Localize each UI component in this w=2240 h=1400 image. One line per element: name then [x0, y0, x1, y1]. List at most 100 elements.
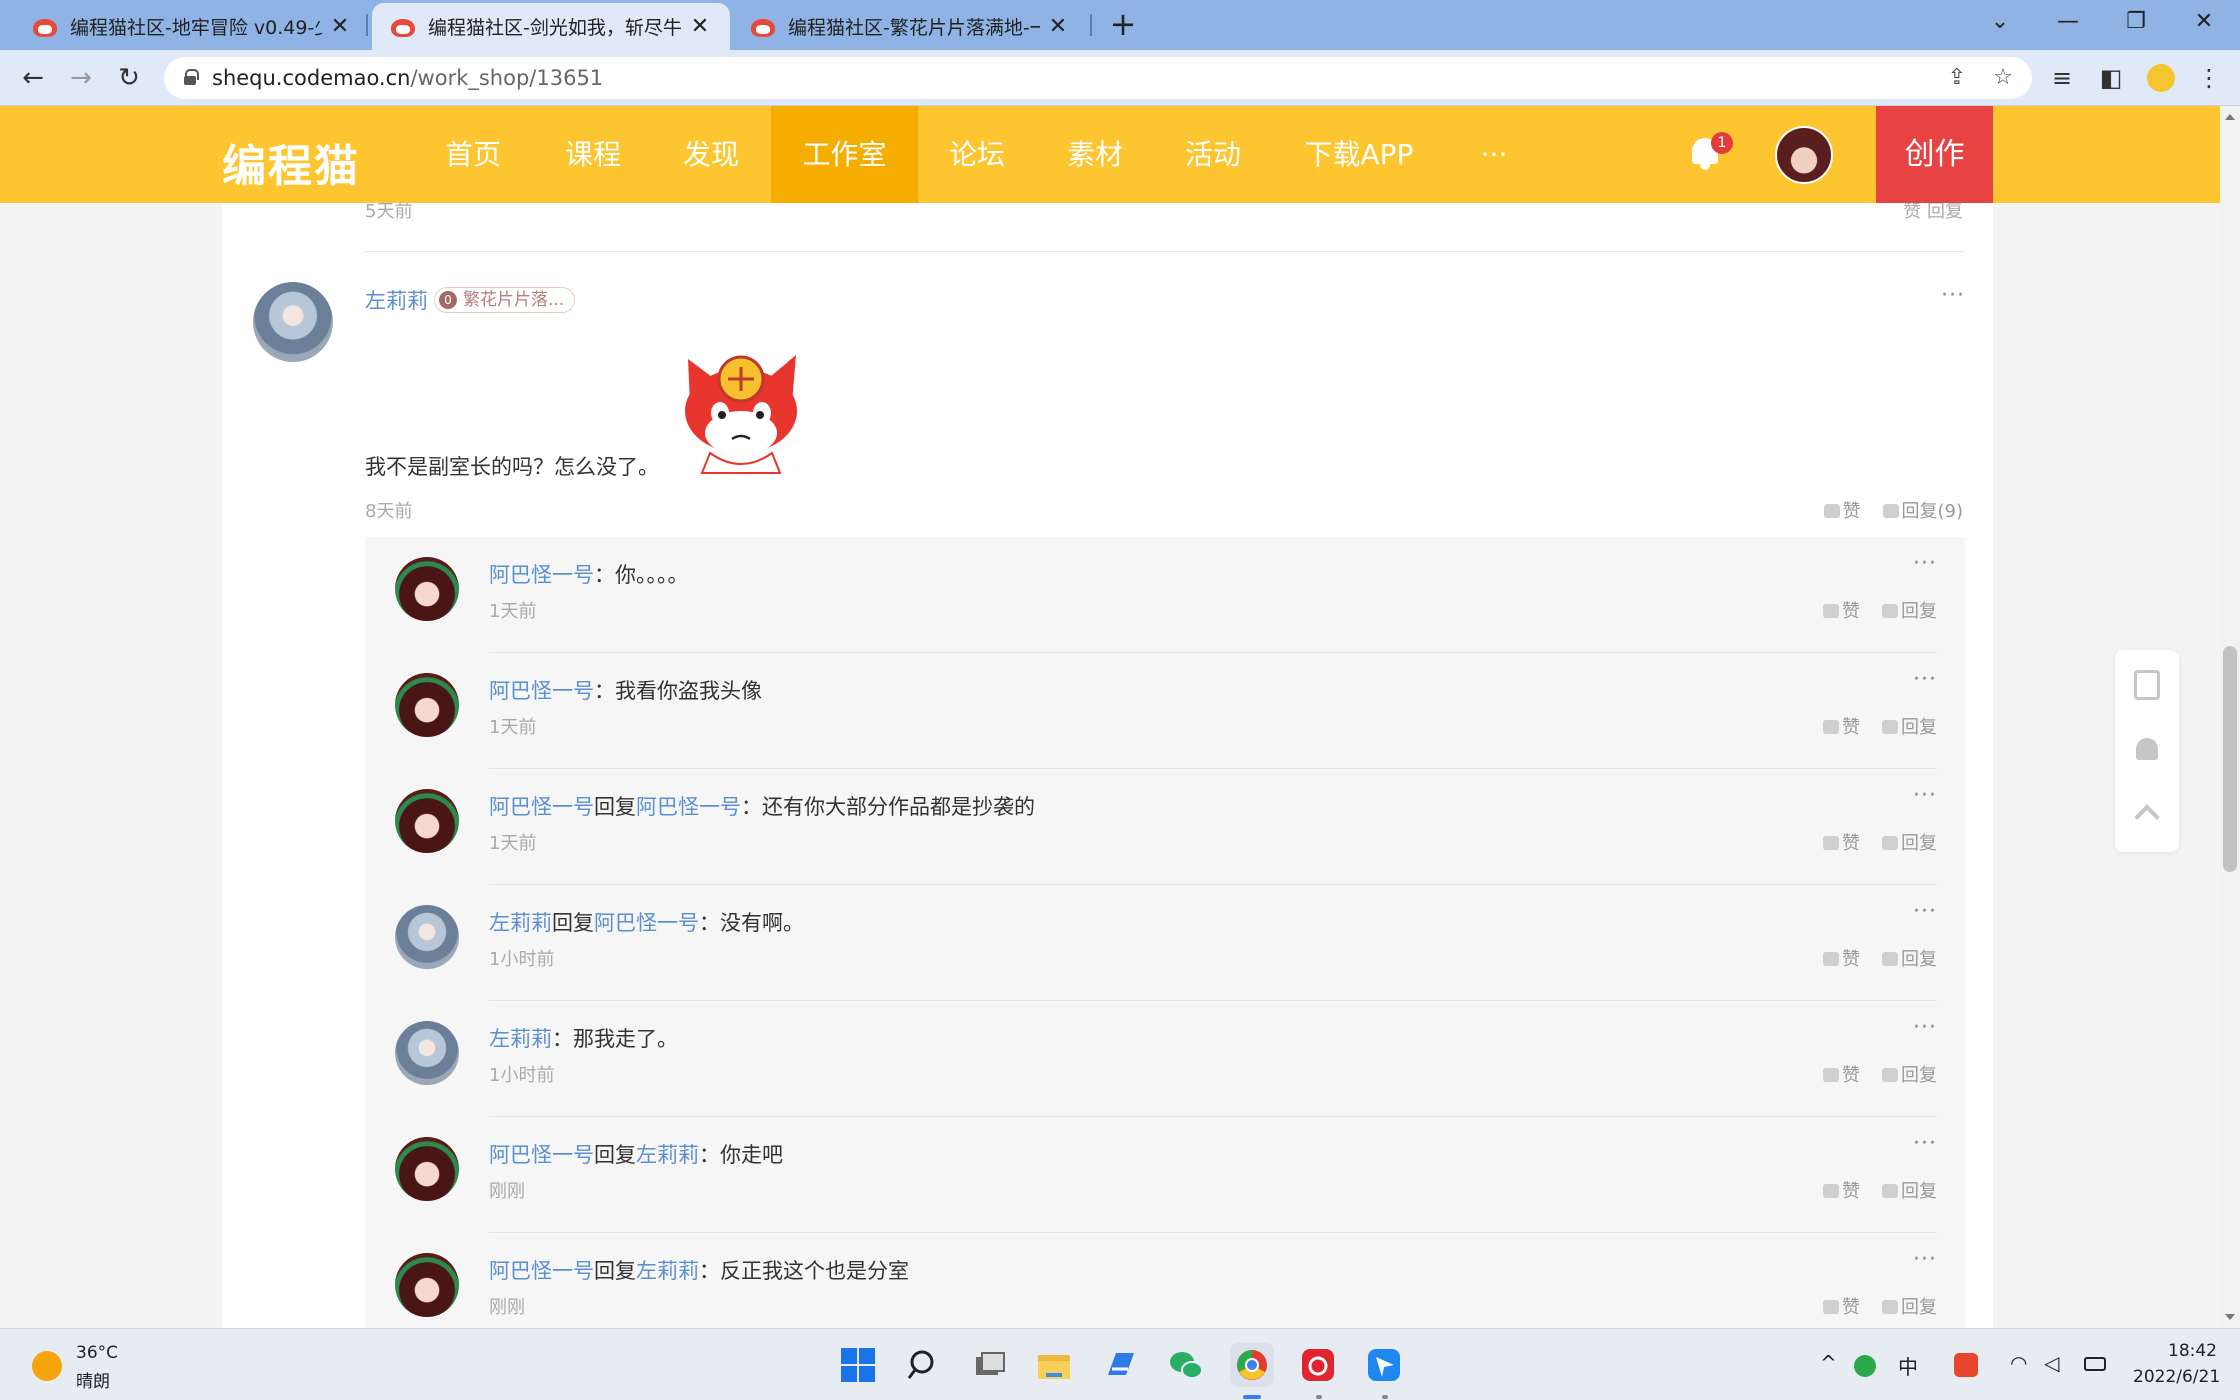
- reply-button[interactable]: 回复(9): [1882, 497, 1963, 523]
- reply-more-icon[interactable]: ···: [1913, 899, 1937, 924]
- nav-home[interactable]: 首页: [428, 106, 518, 203]
- start-menu-icon[interactable]: [836, 1343, 880, 1387]
- reply-button[interactable]: 回复: [1882, 1177, 1937, 1203]
- clock-date[interactable]: 2022/6/21: [2133, 1367, 2220, 1387]
- comment-more-icon[interactable]: ···: [1941, 283, 1965, 308]
- back-arrow-icon[interactable]: ←: [14, 59, 52, 97]
- search-icon[interactable]: [902, 1343, 946, 1387]
- volume-icon[interactable]: ◁: [2044, 1351, 2059, 1375]
- clock-time[interactable]: 18:42: [2168, 1341, 2217, 1361]
- nav-forum[interactable]: 论坛: [932, 106, 1022, 203]
- weather-description[interactable]: 晴朗: [76, 1367, 110, 1392]
- sun-weather-icon[interactable]: [32, 1351, 62, 1381]
- reply-author-avatar[interactable]: [395, 1137, 459, 1201]
- nav-events[interactable]: 活动: [1168, 106, 1258, 203]
- store-app-icon[interactable]: [1098, 1343, 1142, 1387]
- reply-target-name[interactable]: 阿巴怪一号: [636, 795, 741, 819]
- tray-app-icon[interactable]: [1854, 1355, 1876, 1377]
- close-tab-icon[interactable]: ✕: [328, 14, 352, 39]
- user-avatar[interactable]: [1775, 126, 1833, 184]
- file-explorer-icon[interactable]: [1032, 1343, 1076, 1387]
- reload-icon[interactable]: ↻: [110, 59, 148, 97]
- sogou-ime-icon[interactable]: [1954, 1353, 1978, 1377]
- minimize-window-icon[interactable]: —: [2038, 0, 2098, 44]
- new-tab-button[interactable]: +: [1106, 8, 1140, 42]
- reply-author-name[interactable]: 阿巴怪一号: [489, 679, 594, 703]
- reply-more-icon[interactable]: ···: [1913, 551, 1937, 576]
- like-button[interactable]: 赞: [1823, 597, 1860, 623]
- reply-button[interactable]: 回复: [1882, 829, 1937, 855]
- feishu-app-icon[interactable]: [1362, 1343, 1406, 1387]
- wifi-icon[interactable]: ◠: [2010, 1351, 2027, 1375]
- reply-target-name[interactable]: 左莉莉: [636, 1143, 699, 1167]
- reply-more-icon[interactable]: ···: [1913, 783, 1937, 808]
- address-bar[interactable]: shequ.codemao.cn/work_shop/13651 ⇪ ☆: [164, 57, 2032, 99]
- like-button[interactable]: 赞: [1823, 497, 1861, 523]
- reply-author-avatar[interactable]: [395, 789, 459, 853]
- back-to-top-icon[interactable]: [2134, 800, 2160, 830]
- scrollbar-thumb[interactable]: [2223, 646, 2237, 872]
- scroll-down-arrow-icon[interactable]: [2225, 1314, 2235, 1320]
- reply-author-name[interactable]: 左莉莉: [489, 1027, 552, 1051]
- reply-author-avatar[interactable]: [395, 673, 459, 737]
- close-window-icon[interactable]: ✕: [2174, 0, 2234, 44]
- reply-button[interactable]: 回复: [1882, 1061, 1937, 1087]
- comment-author-avatar[interactable]: [253, 282, 333, 362]
- like-button[interactable]: 赞: [1823, 1293, 1860, 1319]
- ime-language-indicator[interactable]: 中: [1898, 1351, 1918, 1380]
- nav-courses[interactable]: 课程: [548, 106, 638, 203]
- nav-discover[interactable]: 发现: [666, 106, 756, 203]
- like-button[interactable]: 赞: [1823, 1061, 1860, 1087]
- bookmark-star-icon[interactable]: ☆: [1990, 65, 2016, 91]
- reply-button[interactable]: 回复: [1882, 597, 1937, 623]
- like-button[interactable]: 赞: [1823, 713, 1860, 739]
- reply-button[interactable]: 回复: [1882, 713, 1937, 739]
- reply-author-name[interactable]: 左莉莉: [489, 911, 552, 935]
- reply-author-avatar[interactable]: [395, 1021, 459, 1085]
- browser-menu-icon[interactable]: ⋮: [2190, 59, 2228, 97]
- reply-author-avatar[interactable]: [395, 1253, 459, 1317]
- restore-window-icon[interactable]: ❐: [2106, 0, 2166, 44]
- workshop-badge[interactable]: 0 繁花片片落...: [434, 287, 576, 313]
- browser-profile-avatar[interactable]: [2147, 64, 2175, 92]
- reply-author-avatar[interactable]: [395, 557, 459, 621]
- forward-arrow-icon[interactable]: →: [62, 59, 100, 97]
- mobile-app-icon[interactable]: [2134, 670, 2160, 700]
- reply-author-name[interactable]: 阿巴怪一号: [489, 563, 594, 587]
- tray-overflow-chevron-icon[interactable]: ^: [1820, 1351, 1837, 1375]
- browser-tab-3[interactable]: 编程猫社区-繁花片片落满地-一起 ✕: [732, 3, 1088, 50]
- site-logo[interactable]: 编程猫: [222, 130, 360, 194]
- reply-more-icon[interactable]: ···: [1913, 1015, 1937, 1040]
- reply-author-name[interactable]: 阿巴怪一号: [489, 1143, 594, 1167]
- scroll-up-arrow-icon[interactable]: [2225, 114, 2235, 120]
- reply-author-name[interactable]: 阿巴怪一号: [489, 1259, 594, 1283]
- reply-author-avatar[interactable]: [395, 905, 459, 969]
- media-playlist-icon[interactable]: ≡: [2043, 59, 2081, 97]
- weather-temperature[interactable]: 36°C: [76, 1343, 118, 1363]
- reply-button[interactable]: 回复: [1882, 1293, 1937, 1319]
- task-view-icon[interactable]: [968, 1343, 1012, 1387]
- share-icon[interactable]: ⇪: [1944, 65, 1970, 91]
- close-tab-icon[interactable]: ✕: [688, 14, 712, 39]
- nav-more[interactable]: ···: [1464, 106, 1524, 203]
- chrome-icon[interactable]: [1230, 1343, 1274, 1387]
- tab-search-chevron-icon[interactable]: ⌄: [1970, 0, 2030, 44]
- create-button[interactable]: 创作: [1876, 106, 1993, 203]
- page-scrollbar[interactable]: [2220, 106, 2240, 1328]
- like-button[interactable]: 赞: [1823, 1177, 1860, 1203]
- reply-more-icon[interactable]: ···: [1913, 1131, 1937, 1156]
- nav-workshop[interactable]: 工作室: [771, 106, 918, 203]
- notification-icon[interactable]: [2134, 738, 2160, 768]
- nav-materials[interactable]: 素材: [1050, 106, 1140, 203]
- reply-button[interactable]: 回复: [1882, 945, 1937, 971]
- close-tab-icon[interactable]: ✕: [1046, 14, 1070, 39]
- reply-more-icon[interactable]: ···: [1913, 667, 1937, 692]
- nav-download-app[interactable]: 下载APP: [1296, 106, 1422, 203]
- netease-music-icon[interactable]: [1296, 1343, 1340, 1387]
- reply-author-name[interactable]: 阿巴怪一号: [489, 795, 594, 819]
- reply-more-icon[interactable]: ···: [1913, 1247, 1937, 1272]
- reply-target-name[interactable]: 阿巴怪一号: [594, 911, 699, 935]
- browser-tab-2[interactable]: 编程猫社区-剑光如我，斩尽牛杂 ✕: [372, 3, 730, 50]
- url-text[interactable]: shequ.codemao.cn/work_shop/13651: [212, 66, 603, 90]
- comment-author-name[interactable]: 左莉莉: [365, 285, 428, 315]
